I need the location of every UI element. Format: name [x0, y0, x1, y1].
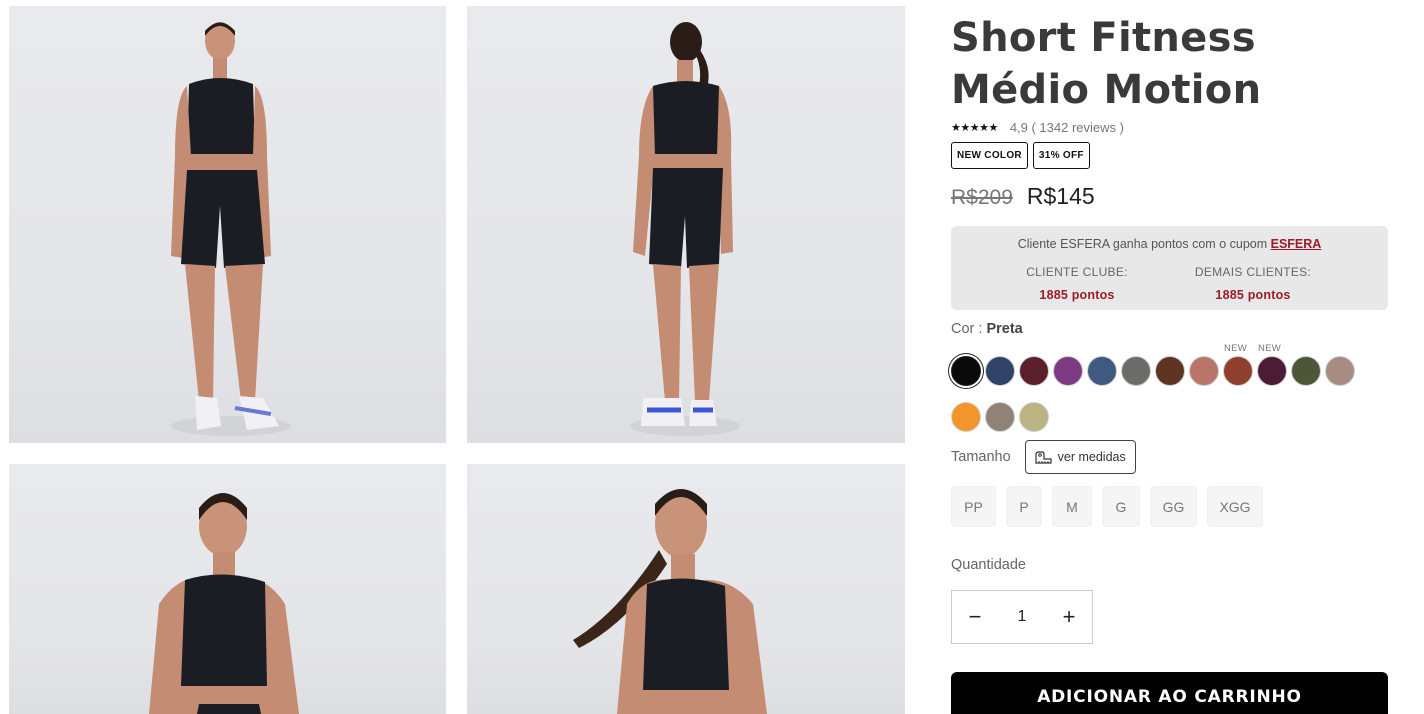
- price-block: R$209 R$145: [951, 183, 1095, 210]
- esfera-other-column: DEMAIS CLIENTES: 1885 pontos: [1178, 265, 1328, 302]
- size-header: Tamanho ver medidas: [951, 440, 1136, 474]
- size-options: PP P M G GG XGG: [951, 486, 1263, 527]
- model-back-illustration: [630, 22, 740, 436]
- esfera-points-box: Cliente ESFERA ganha pontos com o cupom …: [951, 226, 1388, 310]
- swatch-preta[interactable]: [951, 356, 981, 386]
- esfera-message: Cliente ESFERA ganha pontos com o cupom …: [951, 237, 1388, 251]
- quantity-label: Quantidade: [951, 557, 1026, 573]
- size-option-xgg[interactable]: XGG: [1207, 486, 1263, 527]
- add-to-cart-button[interactable]: ADICIONAR AO CARRINHO: [951, 672, 1388, 714]
- size-option-gg[interactable]: GG: [1150, 486, 1197, 527]
- quantity-decrease-button[interactable]: −: [966, 606, 984, 628]
- new-tag-telha: NEW: [1224, 343, 1248, 354]
- product-rating[interactable]: ★★★★★ 4,9 ( 1342 reviews ): [951, 120, 1124, 135]
- esfera-club-label: CLIENTE CLUBE:: [1026, 265, 1128, 279]
- swatch-vinho[interactable]: [1019, 356, 1049, 386]
- product-gallery: [9, 6, 905, 714]
- swatch-cinza-verde[interactable]: [1121, 356, 1151, 386]
- swatch-azul[interactable]: [1087, 356, 1117, 386]
- swatch-oliva-claro[interactable]: [1019, 402, 1049, 432]
- esfera-other-label: DEMAIS CLIENTES:: [1194, 265, 1312, 279]
- quantity-stepper: − 1 +: [951, 590, 1093, 644]
- old-price: R$209: [951, 186, 1013, 209]
- swatch-roxo[interactable]: [1053, 356, 1083, 386]
- product-title: Short Fitness Médio Motion: [951, 15, 1262, 113]
- size-option-g[interactable]: G: [1102, 486, 1140, 527]
- current-price: R$145: [1026, 183, 1095, 209]
- model-hair-motion-illustration: [573, 489, 767, 714]
- quantity-increase-button[interactable]: +: [1060, 606, 1078, 628]
- product-image-front-close[interactable]: [9, 464, 446, 714]
- size-label: Tamanho: [951, 449, 1011, 465]
- model-front-close-illustration: [149, 493, 299, 714]
- swatch-musgo[interactable]: [1291, 356, 1321, 386]
- badge-new-color: NEW COLOR: [951, 142, 1028, 169]
- esfera-other-points: 1885 pontos: [1215, 288, 1291, 302]
- swatch-telha[interactable]: [1223, 356, 1253, 386]
- swatch-taupe[interactable]: [985, 402, 1015, 432]
- size-option-p[interactable]: P: [1006, 486, 1042, 527]
- product-badges: NEW COLOR 31% OFF: [951, 142, 1090, 169]
- new-tag-berinjela: NEW: [1258, 343, 1282, 354]
- model-front-illustration: [171, 22, 291, 436]
- selected-color-name: Preta: [986, 321, 1023, 337]
- rating-stars-icon: ★★★★★: [951, 122, 998, 134]
- color-label: Cor : Preta: [951, 321, 1023, 337]
- swatch-rose[interactable]: [1189, 356, 1219, 386]
- product-image-hair-motion[interactable]: [467, 464, 905, 714]
- size-option-m[interactable]: M: [1052, 486, 1092, 527]
- rating-text[interactable]: 4,9 ( 1342 reviews ): [1010, 120, 1124, 135]
- esfera-club-column: CLIENTE CLUBE: 1885 pontos: [1002, 265, 1152, 302]
- color-swatches: NEW NEW: [951, 343, 1388, 436]
- swatch-azul-marinho[interactable]: [985, 356, 1015, 386]
- ruler-icon: [1035, 450, 1052, 464]
- badge-discount: 31% OFF: [1032, 142, 1090, 169]
- quantity-value[interactable]: 1: [1018, 608, 1027, 626]
- esfera-message-text: Cliente ESFERA ganha pontos com o cupom: [1017, 237, 1271, 251]
- product-info-panel: Short Fitness Médio Motion ★★★★★ 4,9 ( 1…: [951, 0, 1388, 714]
- size-guide-button[interactable]: ver medidas: [1024, 440, 1136, 474]
- color-label-prefix: Cor :: [951, 321, 987, 337]
- product-image-front[interactable]: [9, 6, 446, 443]
- swatch-marrom[interactable]: [1155, 356, 1185, 386]
- swatch-laranja[interactable]: [951, 402, 981, 432]
- swatch-nude[interactable]: [1325, 356, 1355, 386]
- esfera-coupon-link[interactable]: ESFERA: [1271, 237, 1322, 251]
- size-option-pp[interactable]: PP: [951, 486, 996, 527]
- size-guide-label: ver medidas: [1057, 450, 1126, 464]
- esfera-club-points: 1885 pontos: [1039, 288, 1115, 302]
- swatch-berinjela[interactable]: [1257, 356, 1287, 386]
- product-image-back[interactable]: [467, 6, 905, 443]
